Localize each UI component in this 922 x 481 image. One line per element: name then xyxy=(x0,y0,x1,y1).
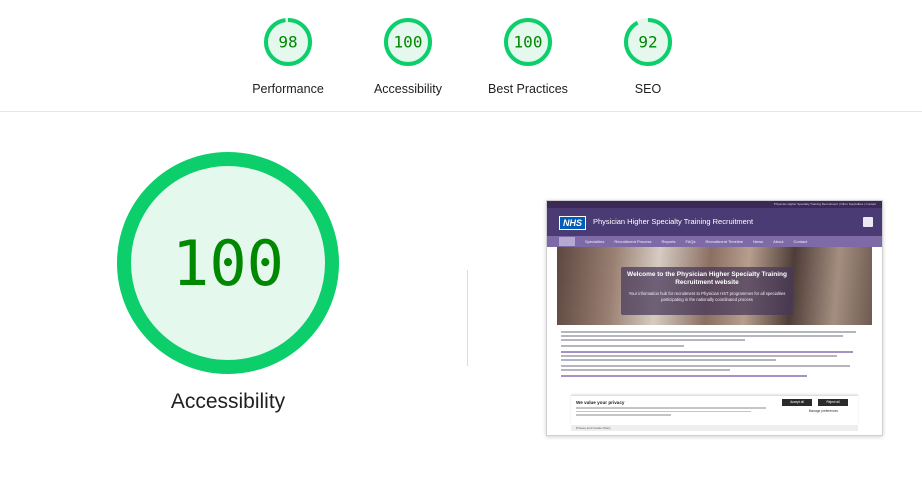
best-practices-gauge-ring: 100 xyxy=(504,18,552,66)
gauge-best-practices[interactable]: 100 Best Practices xyxy=(468,16,588,96)
thumb-hero-title: Welcome to the Physician Higher Specialt… xyxy=(627,271,787,286)
thumb-nav-item: FAQs xyxy=(685,239,696,244)
seo-gauge-ring: 92 xyxy=(624,18,672,66)
thumb-accept-button: Accept all xyxy=(782,399,812,406)
thumb-nav-item: Recruitment Timeline xyxy=(705,239,744,244)
thumb-body-text xyxy=(547,325,882,377)
thumb-nav-item: About xyxy=(773,239,784,244)
thumb-nav-item: News xyxy=(753,239,764,244)
thumb-nav: Specialties Recruitment Process Reports … xyxy=(547,236,882,247)
accessibility-gauge-ring: 100 xyxy=(384,18,432,66)
accessibility-main-gauge: 100 Accessibility xyxy=(115,150,341,414)
performance-gauge-ring: 98 xyxy=(264,18,312,66)
best-practices-score: 100 xyxy=(514,33,543,52)
thumb-hero-subtitle: Your information hub for recruitment to … xyxy=(628,291,786,302)
thumb-manage-preferences: Manage preferences xyxy=(808,409,838,413)
thumb-cookie-title: We value your privacy xyxy=(576,400,625,405)
thumb-privacy-bar: Privacy and Cookie Policy xyxy=(571,425,858,431)
main-score: 100 xyxy=(172,227,284,300)
gauge-accessibility[interactable]: 100 Accessibility xyxy=(348,16,468,96)
final-screenshot-thumbnail[interactable]: Physician Higher Specialty Training Recr… xyxy=(546,200,883,436)
home-icon xyxy=(559,237,575,246)
search-icon xyxy=(863,217,873,227)
thumb-reject-button: Reject all xyxy=(818,399,848,406)
category-gauges: 98 Performance 100 Accessibility 100 Bes… xyxy=(0,0,922,112)
gauge-seo[interactable]: 92 SEO xyxy=(588,16,708,96)
performance-label: Performance xyxy=(252,82,324,96)
thumb-nav-item: Recruitment Process xyxy=(614,239,652,244)
main-category-title: Accessibility xyxy=(170,390,286,413)
seo-score: 92 xyxy=(638,33,657,52)
thumb-nav-item: Contact xyxy=(793,239,808,244)
gauge-performance[interactable]: 98 Performance xyxy=(228,16,348,96)
thumb-hero-overlay: Welcome to the Physician Higher Specialt… xyxy=(621,267,793,315)
thumb-cookie-banner: We value your privacy Accept all Reject … xyxy=(571,395,858,425)
thumb-nav-item: Specialties xyxy=(585,239,605,244)
thumb-header: NHS Physician Higher Specialty Training … xyxy=(547,208,882,236)
performance-score: 98 xyxy=(278,33,297,52)
thumb-hero-image: Welcome to the Physician Higher Specialt… xyxy=(557,247,872,325)
seo-label: SEO xyxy=(634,82,662,96)
thumb-utility-bar: Physician Higher Specialty Training Recr… xyxy=(547,201,882,208)
nhs-logo: NHS xyxy=(559,216,587,230)
accessibility-label: Accessibility xyxy=(373,82,443,96)
main-gauge-ring: 100 xyxy=(117,152,339,374)
thumb-nav-item: Reports xyxy=(661,239,676,244)
best-practices-label: Best Practices xyxy=(488,82,568,96)
vertical-divider xyxy=(467,270,468,366)
thumb-cookie-text xyxy=(576,407,766,418)
thumb-site-title: Physician Higher Specialty Training Recr… xyxy=(593,217,754,226)
accessibility-score: 100 xyxy=(394,33,423,52)
